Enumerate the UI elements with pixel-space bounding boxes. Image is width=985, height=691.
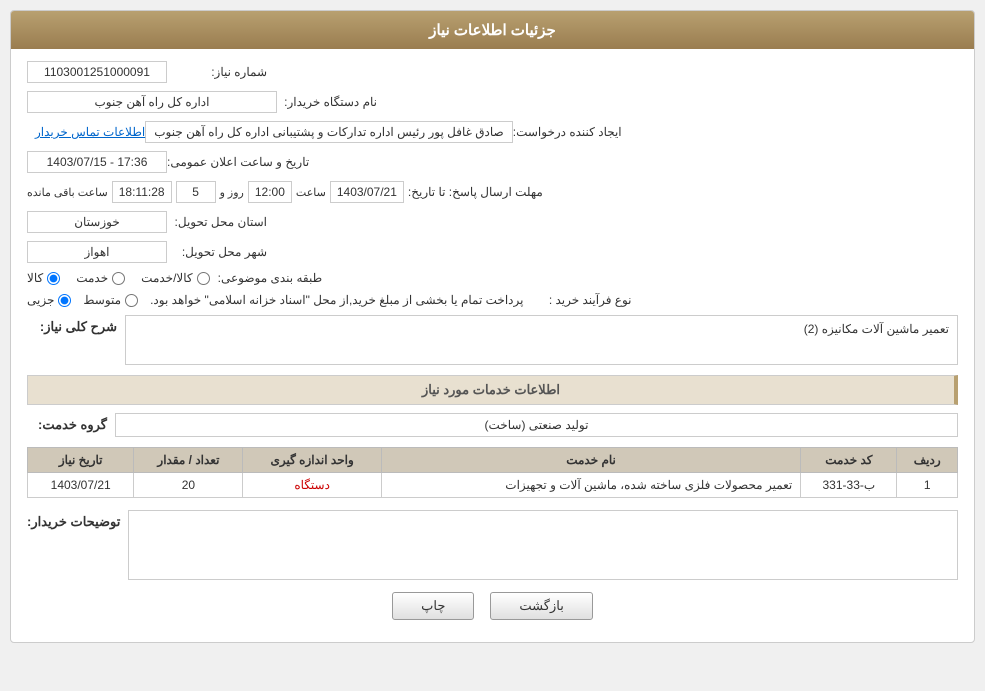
print-button[interactable]: چاپ [392, 592, 474, 620]
subject-row: طبقه بندی موضوعی: کالا/خدمت خدمت کالا [27, 271, 958, 285]
contact-link[interactable]: اطلاعات تماس خریدار [35, 125, 145, 139]
subject-radio-kala: کالا [27, 271, 60, 285]
buyer-org-value: اداره کل راه آهن جنوب [27, 91, 277, 113]
city-value: اهواز [27, 241, 167, 263]
need-number-row: شماره نیاز: 1103001251000091 [27, 61, 958, 83]
process-radio-medium: متوسط [83, 293, 138, 307]
cell-date: 1403/07/21 [28, 473, 134, 498]
province-label: استان محل تحویل: [167, 215, 267, 229]
back-button[interactable]: بازگشت [490, 592, 592, 620]
table-row: 1 ب-33-331 تعمیر محصولات فلزی ساخته شده،… [28, 473, 958, 498]
process-radio-partial-label: جزیی [27, 293, 54, 307]
buyer-notes-box [128, 510, 958, 580]
cell-name: تعمیر محصولات فلزی ساخته شده، ماشین آلات… [381, 473, 800, 498]
creator-value: صادق غافل پور رئیس اداره تدارکات و پشتیب… [145, 121, 513, 143]
subject-radio-kala-label: کالا [27, 271, 43, 285]
buttons-row: بازگشت چاپ [27, 592, 958, 630]
deadline-days: 5 [176, 181, 216, 203]
city-label: شهر محل تحویل: [167, 245, 267, 259]
table-header-qty: تعداد / مقدار [134, 448, 243, 473]
deadline-date: 1403/07/21 [330, 181, 404, 203]
buyer-notes-section: توضیحات خریدار: [27, 510, 958, 580]
table-header-rownum: ردیف [897, 448, 958, 473]
subject-label: طبقه بندی موضوعی: [218, 271, 323, 285]
process-label: نوع فرآیند خرید : [531, 293, 631, 307]
subject-radio-group: کالا/خدمت خدمت کالا [27, 271, 210, 285]
description-section: تعمیر ماشین آلات مکانیزه (2) شرح کلی نیا… [27, 315, 958, 365]
table-header-unit: واحد اندازه گیری [243, 448, 381, 473]
services-section-label: اطلاعات خدمات مورد نیاز [422, 382, 560, 397]
subject-radio-khadamat-input[interactable] [112, 272, 125, 285]
deadline-row: مهلت ارسال پاسخ: تا تاریخ: 1403/07/21 سا… [27, 181, 958, 203]
deadline-days-label: روز و [220, 186, 244, 199]
description-label: شرح کلی نیاز: [27, 315, 117, 335]
province-row: استان محل تحویل: خوزستان [27, 211, 958, 233]
main-card: جزئیات اطلاعات نیاز شماره نیاز: 11030012… [10, 10, 975, 643]
card-title: جزئیات اطلاعات نیاز [429, 22, 556, 39]
process-radio-medium-input[interactable] [125, 294, 138, 307]
description-text: تعمیر ماشین آلات مکانیزه (2) [804, 322, 949, 336]
creator-label: ایجاد کننده درخواست: [513, 125, 622, 139]
announce-datetime-row: تاریخ و ساعت اعلان عمومی: 1403/07/15 - 1… [27, 151, 958, 173]
card-header: جزئیات اطلاعات نیاز [11, 11, 974, 49]
process-options: پرداخت تمام یا بخشی از مبلغ خرید,از محل … [27, 293, 523, 307]
announce-datetime-label: تاریخ و ساعت اعلان عمومی: [167, 155, 309, 169]
subject-radio-kala-khadamat-input[interactable] [197, 272, 210, 285]
deadline-remaining: 18:11:28 [112, 181, 172, 203]
cell-code: ب-33-331 [801, 473, 897, 498]
buyer-notes-label: توضیحات خریدار: [27, 510, 120, 530]
subject-radio-khadamat-label: خدمت [76, 271, 108, 285]
service-group-row: تولید صنعتی (ساخت) گروه خدمت: [27, 413, 958, 437]
deadline-time-label: ساعت [296, 186, 326, 199]
process-row: نوع فرآیند خرید : پرداخت تمام یا بخشی از… [27, 293, 958, 307]
buyer-org-label: نام دستگاه خریدار: [277, 95, 377, 109]
subject-radio-kala-khadamat: کالا/خدمت [141, 271, 209, 285]
service-group-value: تولید صنعتی (ساخت) [115, 413, 958, 437]
subject-radio-kala-input[interactable] [47, 272, 60, 285]
cell-unit: دستگاه [243, 473, 381, 498]
deadline-remaining-label: ساعت باقی مانده [27, 186, 108, 199]
services-table: ردیف کد خدمت نام خدمت واحد اندازه گیری ت… [27, 447, 958, 498]
table-header-date: تاریخ نیاز [28, 448, 134, 473]
process-radio-partial: جزیی [27, 293, 71, 307]
province-value: خوزستان [27, 211, 167, 233]
page-wrapper: جزئیات اطلاعات نیاز شماره نیاز: 11030012… [0, 0, 985, 653]
cell-qty: 20 [134, 473, 243, 498]
cell-rownum: 1 [897, 473, 958, 498]
process-radio-partial-input[interactable] [58, 294, 71, 307]
description-box: تعمیر ماشین آلات مکانیزه (2) [125, 315, 958, 365]
process-radio-medium-label: متوسط [83, 293, 121, 307]
subject-radio-kala-khadamat-label: کالا/خدمت [141, 271, 192, 285]
deadline-label: مهلت ارسال پاسخ: تا تاریخ: [408, 185, 543, 199]
service-group-label: گروه خدمت: [27, 417, 107, 433]
table-header-name: نام خدمت [381, 448, 800, 473]
table-header-code: کد خدمت [801, 448, 897, 473]
need-number-label: شماره نیاز: [167, 65, 267, 79]
process-desc: پرداخت تمام یا بخشی از مبلغ خرید,از محل … [150, 293, 523, 307]
deadline-time: 12:00 [248, 181, 292, 203]
city-row: شهر محل تحویل: اهواز [27, 241, 958, 263]
subject-radio-khadamat: خدمت [76, 271, 125, 285]
buyer-org-row: نام دستگاه خریدار: اداره کل راه آهن جنوب [27, 91, 958, 113]
services-section-header: اطلاعات خدمات مورد نیاز [27, 375, 958, 405]
need-number-value: 1103001251000091 [27, 61, 167, 83]
card-body: شماره نیاز: 1103001251000091 نام دستگاه … [11, 49, 974, 642]
announce-datetime-value: 1403/07/15 - 17:36 [27, 151, 167, 173]
creator-row: ایجاد کننده درخواست: صادق غافل پور رئیس … [27, 121, 958, 143]
